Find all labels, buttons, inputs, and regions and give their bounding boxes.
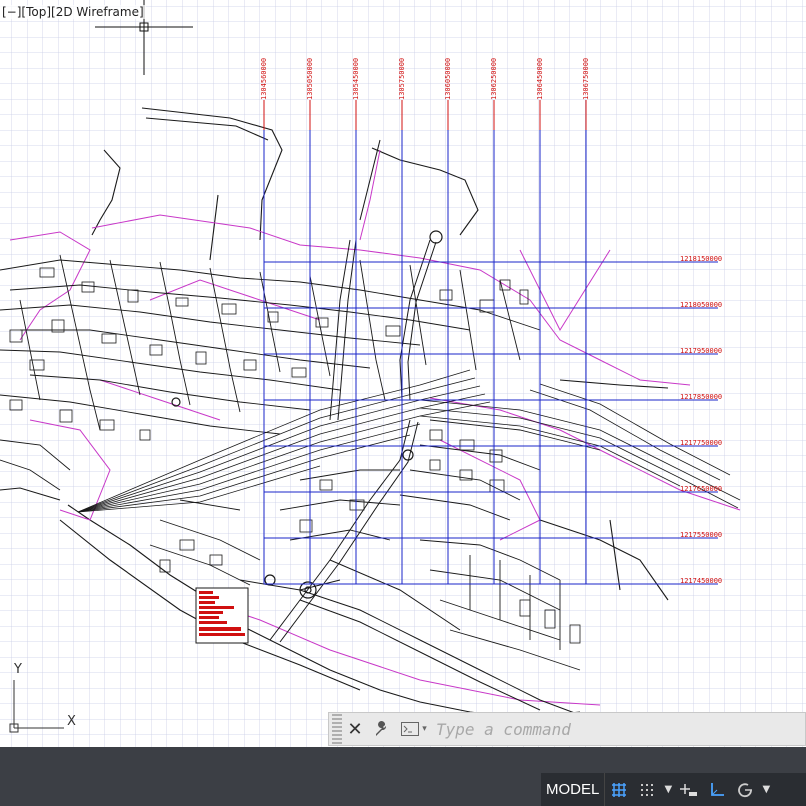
- wrench-icon[interactable]: [368, 714, 394, 744]
- legend-block: [195, 587, 249, 644]
- grid-display-icon[interactable]: [605, 773, 633, 806]
- background-grid: [0, 0, 806, 747]
- viewport-controls[interactable]: [−][Top][2D Wireframe]: [0, 5, 146, 19]
- command-input[interactable]: [434, 715, 805, 743]
- drawing-viewport[interactable]: 1304560000 1305050000 1305450000 1305750000…: [0, 0, 806, 747]
- grid-label-vertical: 1305050000: [306, 58, 314, 100]
- chevron-down-icon: ▾: [422, 724, 427, 734]
- chevron-down-icon[interactable]: ▼: [759, 773, 773, 806]
- command-prompt-icon[interactable]: ▾: [394, 714, 434, 744]
- grid-label-horizontal: 1217450000: [680, 577, 722, 585]
- grid-label-horizontal: 1218050000: [680, 301, 722, 309]
- ortho-icon[interactable]: [703, 773, 731, 806]
- polar-tracking-icon[interactable]: [731, 773, 759, 806]
- grid-label-vertical: 1305750000: [398, 58, 406, 100]
- grid-label-vertical: 1306050000: [444, 58, 452, 100]
- infer-constraints-icon[interactable]: [675, 773, 703, 806]
- model-space-button[interactable]: MODEL: [541, 773, 606, 806]
- ucs-y-label: Y: [13, 662, 22, 677]
- grid-label-vertical: 1306450000: [536, 58, 544, 100]
- close-icon[interactable]: ✕: [342, 714, 368, 744]
- snap-mode-icon[interactable]: [633, 773, 661, 806]
- grid-label-horizontal: 1217550000: [680, 531, 722, 539]
- grid-label-horizontal: 1217850000: [680, 393, 722, 401]
- grid-label-horizontal: 1217650000: [680, 485, 722, 493]
- grid-label-vertical: 1305450000: [352, 58, 360, 100]
- status-tray: MODEL ▼ ▼: [541, 773, 806, 806]
- drawing-canvas[interactable]: 1304560000 1305050000 1305450000 1305750000…: [0, 0, 806, 747]
- grid-label-vertical: 1304560000: [260, 58, 268, 100]
- drag-grip-icon[interactable]: [332, 714, 342, 744]
- chevron-down-icon[interactable]: ▼: [661, 773, 675, 806]
- ucs-x-label: X: [67, 714, 76, 729]
- command-line[interactable]: ✕ ▾: [328, 712, 806, 746]
- grid-label-vertical: 1306750000: [582, 58, 590, 100]
- grid-label-horizontal: 1218150000: [680, 255, 722, 263]
- grid-label-horizontal: 1217750000: [680, 439, 722, 447]
- grid-label-vertical: 1306250000: [490, 58, 498, 100]
- status-bar: MODEL ▼ ▼: [0, 747, 806, 806]
- grid-label-horizontal: 1217950000: [680, 347, 722, 355]
